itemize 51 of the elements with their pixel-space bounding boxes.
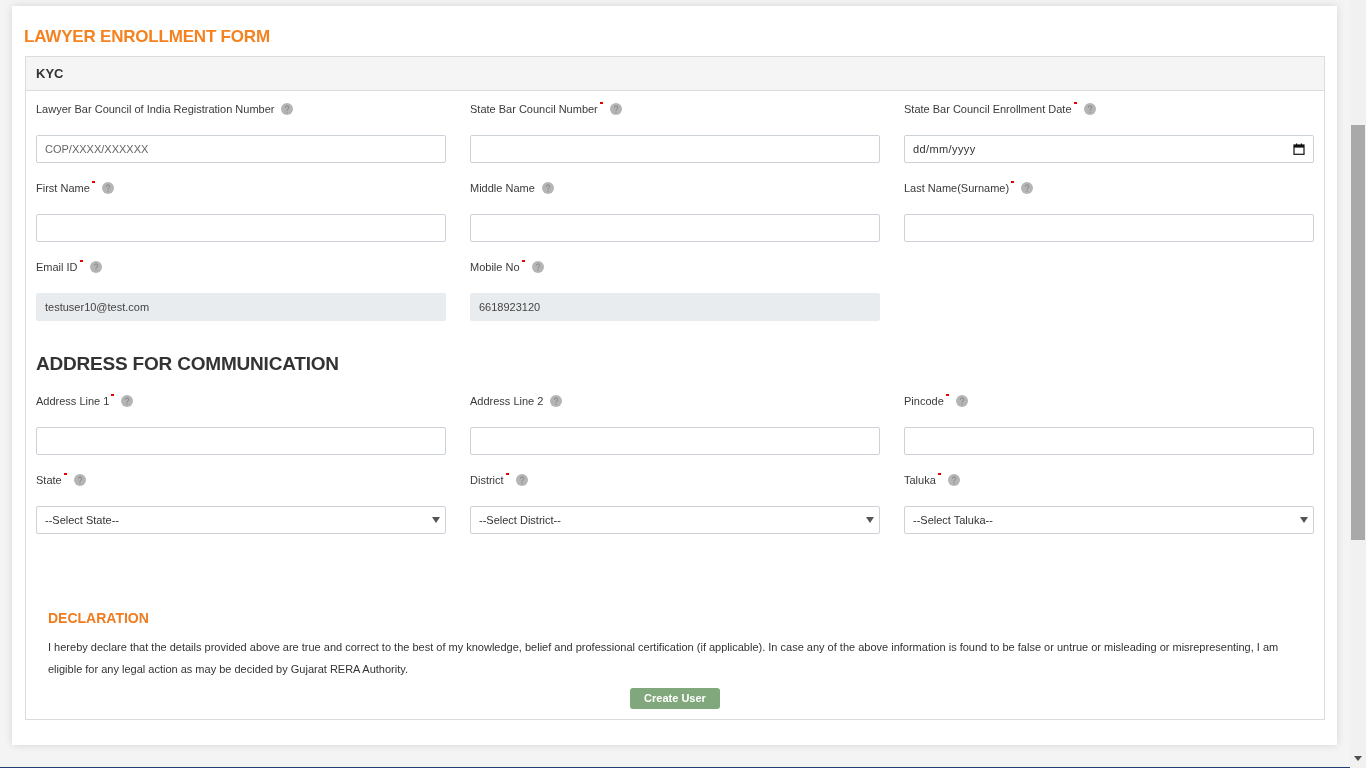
select-field[interactable]: --Select State-- (36, 506, 446, 534)
field-label: Email ID (36, 260, 78, 275)
field-label: State Bar Council Enrollment Date (904, 102, 1072, 117)
field-label: Middle Name (470, 181, 535, 196)
declaration-heading: DECLARATION (48, 609, 150, 627)
page-title: LAWYER ENROLLMENT FORM (24, 26, 271, 48)
section-header: KYC (26, 57, 1324, 91)
help-icon[interactable] (609, 103, 622, 115)
caret-icon (866, 517, 874, 523)
select-field[interactable]: --Select District-- (470, 506, 880, 534)
select-field[interactable]: --Select Taluka-- (904, 506, 1314, 534)
help-icon[interactable] (101, 182, 114, 194)
help-icon[interactable] (1021, 182, 1034, 194)
section-heading: ADDRESS FOR COMMUNICATION (36, 352, 340, 376)
scrollbar-thumb[interactable] (1351, 125, 1365, 540)
input-field[interactable]: COP/XXXX/XXXXXX (36, 135, 446, 163)
input-field[interactable] (470, 135, 880, 163)
field-label: Address Line 1 (36, 394, 110, 409)
help-icon[interactable] (73, 474, 86, 486)
field-label: Mobile No (470, 260, 520, 275)
field-label: State Bar Council Number (470, 102, 598, 117)
help-icon[interactable] (121, 395, 134, 407)
date-field[interactable]: dd/mm/yyyy (904, 135, 1314, 163)
input-field[interactable] (36, 427, 446, 455)
scroll-down-arrow-icon[interactable] (1354, 756, 1362, 761)
input-field[interactable] (904, 214, 1314, 242)
help-icon[interactable] (89, 261, 102, 273)
help-icon[interactable] (955, 395, 968, 407)
declaration-text: I hereby declare that the details provided above are true and correct to the best of my knowledge, belief and professional certification (if applicable). In case any of the above information is found to be false or untrue or misleading or misrepresenting, I am eligible for any legal action as may be decided by Gujarat RERA Authority. (48, 640, 1280, 677)
field-label: Last Name(Surname) (904, 181, 1010, 196)
input-field[interactable] (36, 214, 446, 242)
help-icon[interactable] (541, 182, 554, 194)
calendar-icon[interactable] (1293, 143, 1305, 155)
caret-icon (1300, 517, 1308, 523)
help-icon[interactable] (550, 395, 563, 407)
field-label: State (36, 473, 62, 488)
field-label: Lawyer Bar Council of India Registration Number (36, 102, 275, 117)
field-label: First Name (36, 181, 90, 196)
help-icon[interactable] (531, 261, 544, 273)
input-field[interactable] (904, 427, 1314, 455)
field-label: Taluka (904, 473, 936, 488)
help-icon[interactable] (947, 474, 960, 486)
help-icon[interactable] (1083, 103, 1096, 115)
input-field[interactable] (470, 214, 880, 242)
input-field[interactable] (470, 427, 880, 455)
help-icon[interactable] (281, 103, 294, 115)
field-label: District (470, 473, 504, 488)
field-label: Pincode (904, 394, 944, 409)
help-icon[interactable] (515, 474, 528, 486)
field-label: Address Line 2 (470, 394, 544, 409)
caret-icon (432, 517, 440, 523)
